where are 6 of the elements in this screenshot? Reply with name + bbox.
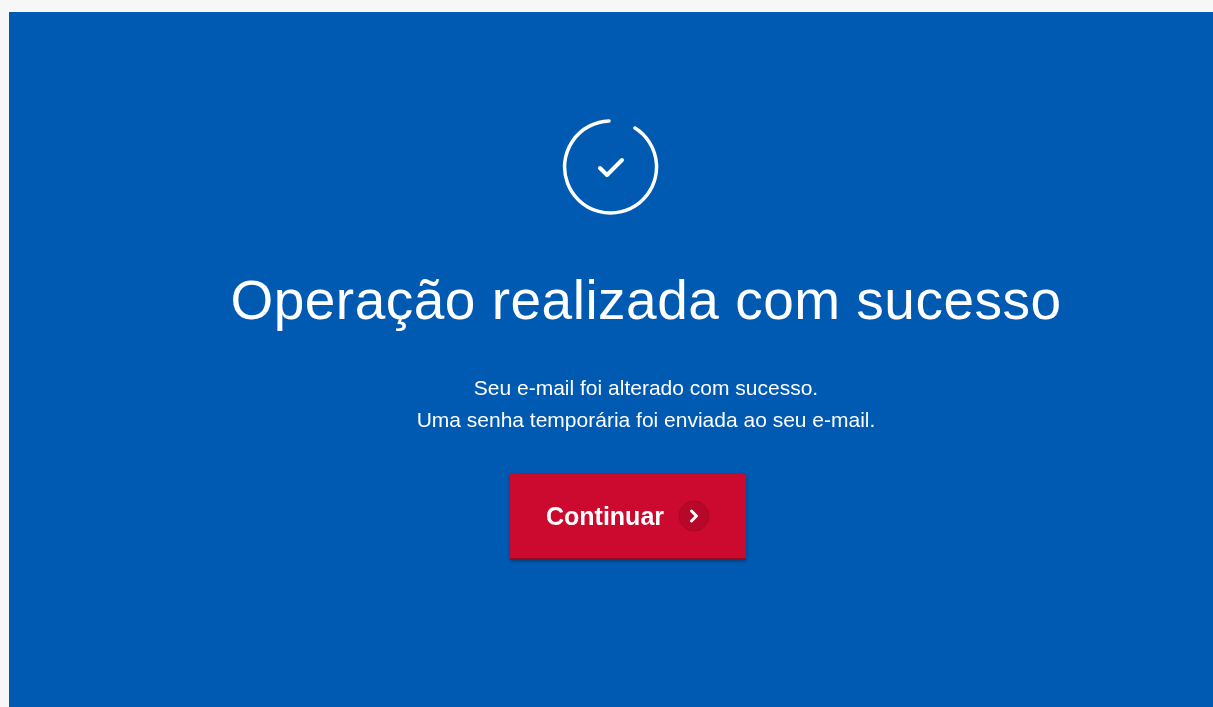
message-text: Seu e-mail foi alterado com sucesso. (473, 375, 819, 401)
continue-button[interactable]: Continuar (510, 474, 746, 560)
check-circle-icon (562, 118, 660, 216)
message-text: Uma senha temporária foi enviada ao seu e-mail. (416, 407, 876, 433)
chevron-right-icon (678, 500, 710, 532)
success-title: Operação realizada com sucesso (229, 268, 1062, 332)
